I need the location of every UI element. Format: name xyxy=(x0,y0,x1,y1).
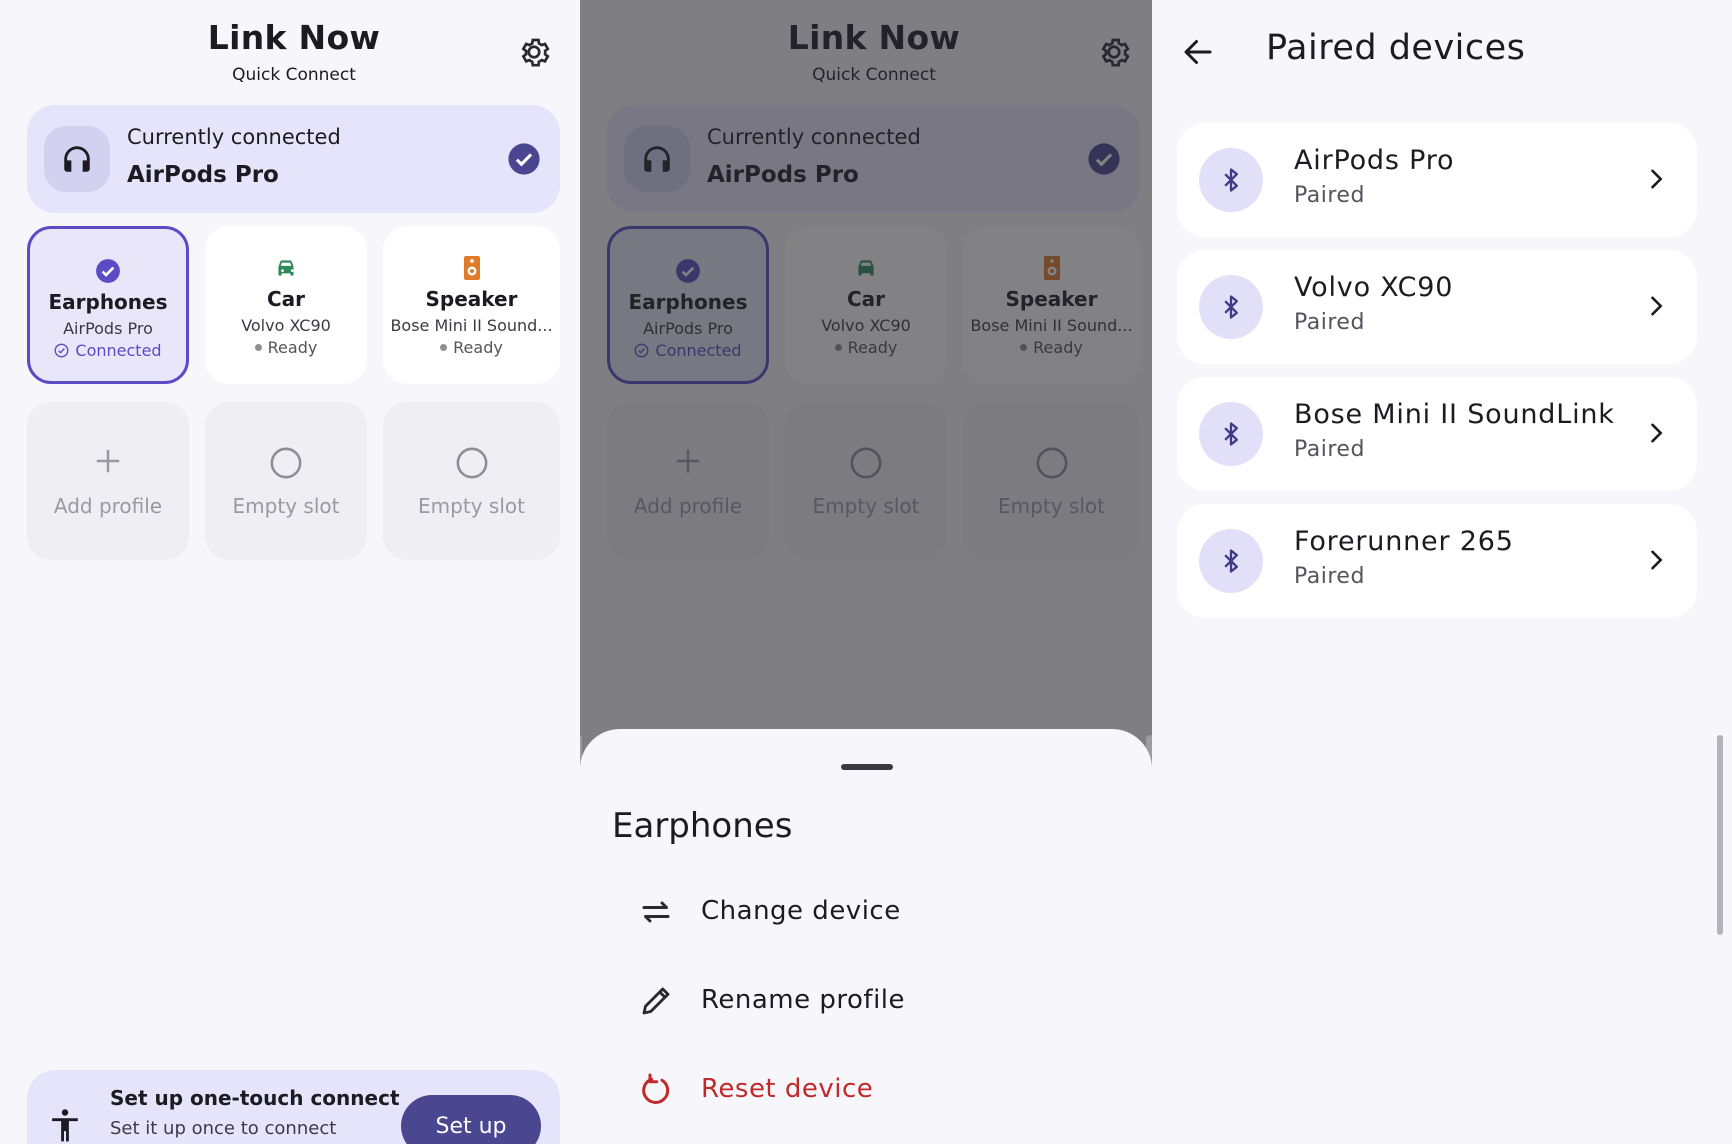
device-name: Volvo XC90 xyxy=(1294,272,1454,303)
setup-title: Set up one-touch connect xyxy=(110,1086,400,1110)
menu-label: Change device xyxy=(701,896,901,926)
device-status: Paired xyxy=(1294,437,1365,462)
bottom-sheet: Earphones Change device Rename profile R… xyxy=(580,729,1152,1144)
chevron-right-icon xyxy=(1651,296,1663,316)
empty-circle-icon xyxy=(456,447,487,479)
status-dot xyxy=(440,344,448,351)
drag-handle[interactable] xyxy=(841,764,893,770)
device-status: Paired xyxy=(1294,183,1365,208)
profile-device: AirPods Pro xyxy=(63,319,153,338)
profile-tile-speaker[interactable]: Speaker Bose Mini II Sound... Ready xyxy=(383,226,560,384)
device-row[interactable]: Volvo XC90 Paired xyxy=(1177,250,1697,364)
swap-arrows-icon xyxy=(642,901,670,923)
current-label: Currently connected xyxy=(127,125,341,149)
profile-device: Volvo XC90 xyxy=(241,316,331,335)
bluetooth-icon xyxy=(1199,148,1263,212)
scrollbar[interactable] xyxy=(1717,735,1723,935)
bluetooth-icon xyxy=(1199,402,1263,466)
pencil-icon xyxy=(642,987,670,1015)
reset-device-item[interactable]: Reset device xyxy=(580,1050,1152,1130)
rename-profile-item[interactable]: Rename profile xyxy=(580,961,1152,1041)
check-circle-icon xyxy=(96,259,120,283)
current-device-name: AirPods Pro xyxy=(127,162,279,188)
add-profile-tile[interactable]: Add profile xyxy=(27,402,189,560)
menu-label: Reset device xyxy=(701,1074,874,1104)
device-name: Bose Mini II SoundLink xyxy=(1294,399,1615,430)
slot-label: Empty slot xyxy=(418,494,525,518)
menu-label: Rename profile xyxy=(701,985,906,1015)
profile-status: Ready xyxy=(267,338,318,357)
chevron-right-icon xyxy=(1651,550,1663,570)
setup-banner: Set up one-touch connect Set it up once … xyxy=(27,1070,560,1144)
profile-name: Car xyxy=(266,287,306,311)
setup-subtitle: Set it up once to connect xyxy=(110,1118,337,1139)
check-outline-icon xyxy=(54,343,69,358)
settings-gear-icon[interactable] xyxy=(516,34,552,70)
device-status: Paired xyxy=(1294,310,1365,335)
chevron-right-icon xyxy=(1651,169,1663,189)
currently-connected-card[interactable]: Currently connected AirPods Pro xyxy=(27,105,560,213)
slot-label: Empty slot xyxy=(232,494,340,518)
profile-status: Connected xyxy=(75,341,162,360)
profile-tile-earphones[interactable]: Earphones AirPods Pro Connected xyxy=(27,226,189,384)
status-dot xyxy=(254,344,262,351)
device-name: Forerunner 265 xyxy=(1294,526,1514,557)
chevron-right-icon xyxy=(1651,423,1663,443)
profile-tile-car[interactable]: Car Volvo XC90 Ready xyxy=(205,226,367,384)
empty-circle-icon xyxy=(270,447,302,479)
home-screen: Link Now Quick Connect Currently connect… xyxy=(0,0,580,1144)
set-up-button[interactable]: Set up xyxy=(401,1095,541,1144)
bluetooth-icon xyxy=(1199,275,1263,339)
device-row[interactable]: Forerunner 265 Paired xyxy=(1177,504,1697,618)
page-title: Paired devices xyxy=(1266,28,1526,68)
speaker-icon xyxy=(463,256,480,280)
sheet-title: Earphones xyxy=(612,806,793,846)
device-status: Paired xyxy=(1294,564,1365,589)
profile-status: Ready xyxy=(453,338,503,357)
app-title: Link Now xyxy=(207,18,381,57)
accessibility-person-icon xyxy=(52,1109,78,1142)
empty-slot-tile[interactable]: Empty slot xyxy=(205,402,367,560)
car-icon xyxy=(278,260,294,276)
plus-icon xyxy=(96,449,120,473)
paired-devices-screen: Paired devices AirPods Pro Paired Volvo … xyxy=(1152,0,1732,1144)
device-name: AirPods Pro xyxy=(1294,145,1455,176)
profile-name: Speaker xyxy=(425,287,518,311)
change-device-item[interactable]: Change device xyxy=(580,872,1152,952)
reset-icon xyxy=(642,1073,670,1104)
device-row[interactable]: Bose Mini II SoundLink Paired xyxy=(1177,377,1697,491)
bluetooth-icon xyxy=(1199,529,1263,593)
profile-name: Earphones xyxy=(48,290,168,314)
check-circle-icon xyxy=(508,143,540,175)
profile-sheet-screen: Link Now Quick Connect Currently connect… xyxy=(580,0,1160,1144)
slot-label: Add profile xyxy=(53,494,163,518)
device-row[interactable]: AirPods Pro Paired xyxy=(1177,123,1697,237)
profile-device: Bose Mini II Sound... xyxy=(390,316,553,335)
back-arrow-icon[interactable] xyxy=(1180,34,1216,70)
empty-slot-tile[interactable]: Empty slot xyxy=(383,402,560,560)
app-subtitle: Quick Connect xyxy=(232,65,356,85)
headphones-icon xyxy=(44,126,110,192)
